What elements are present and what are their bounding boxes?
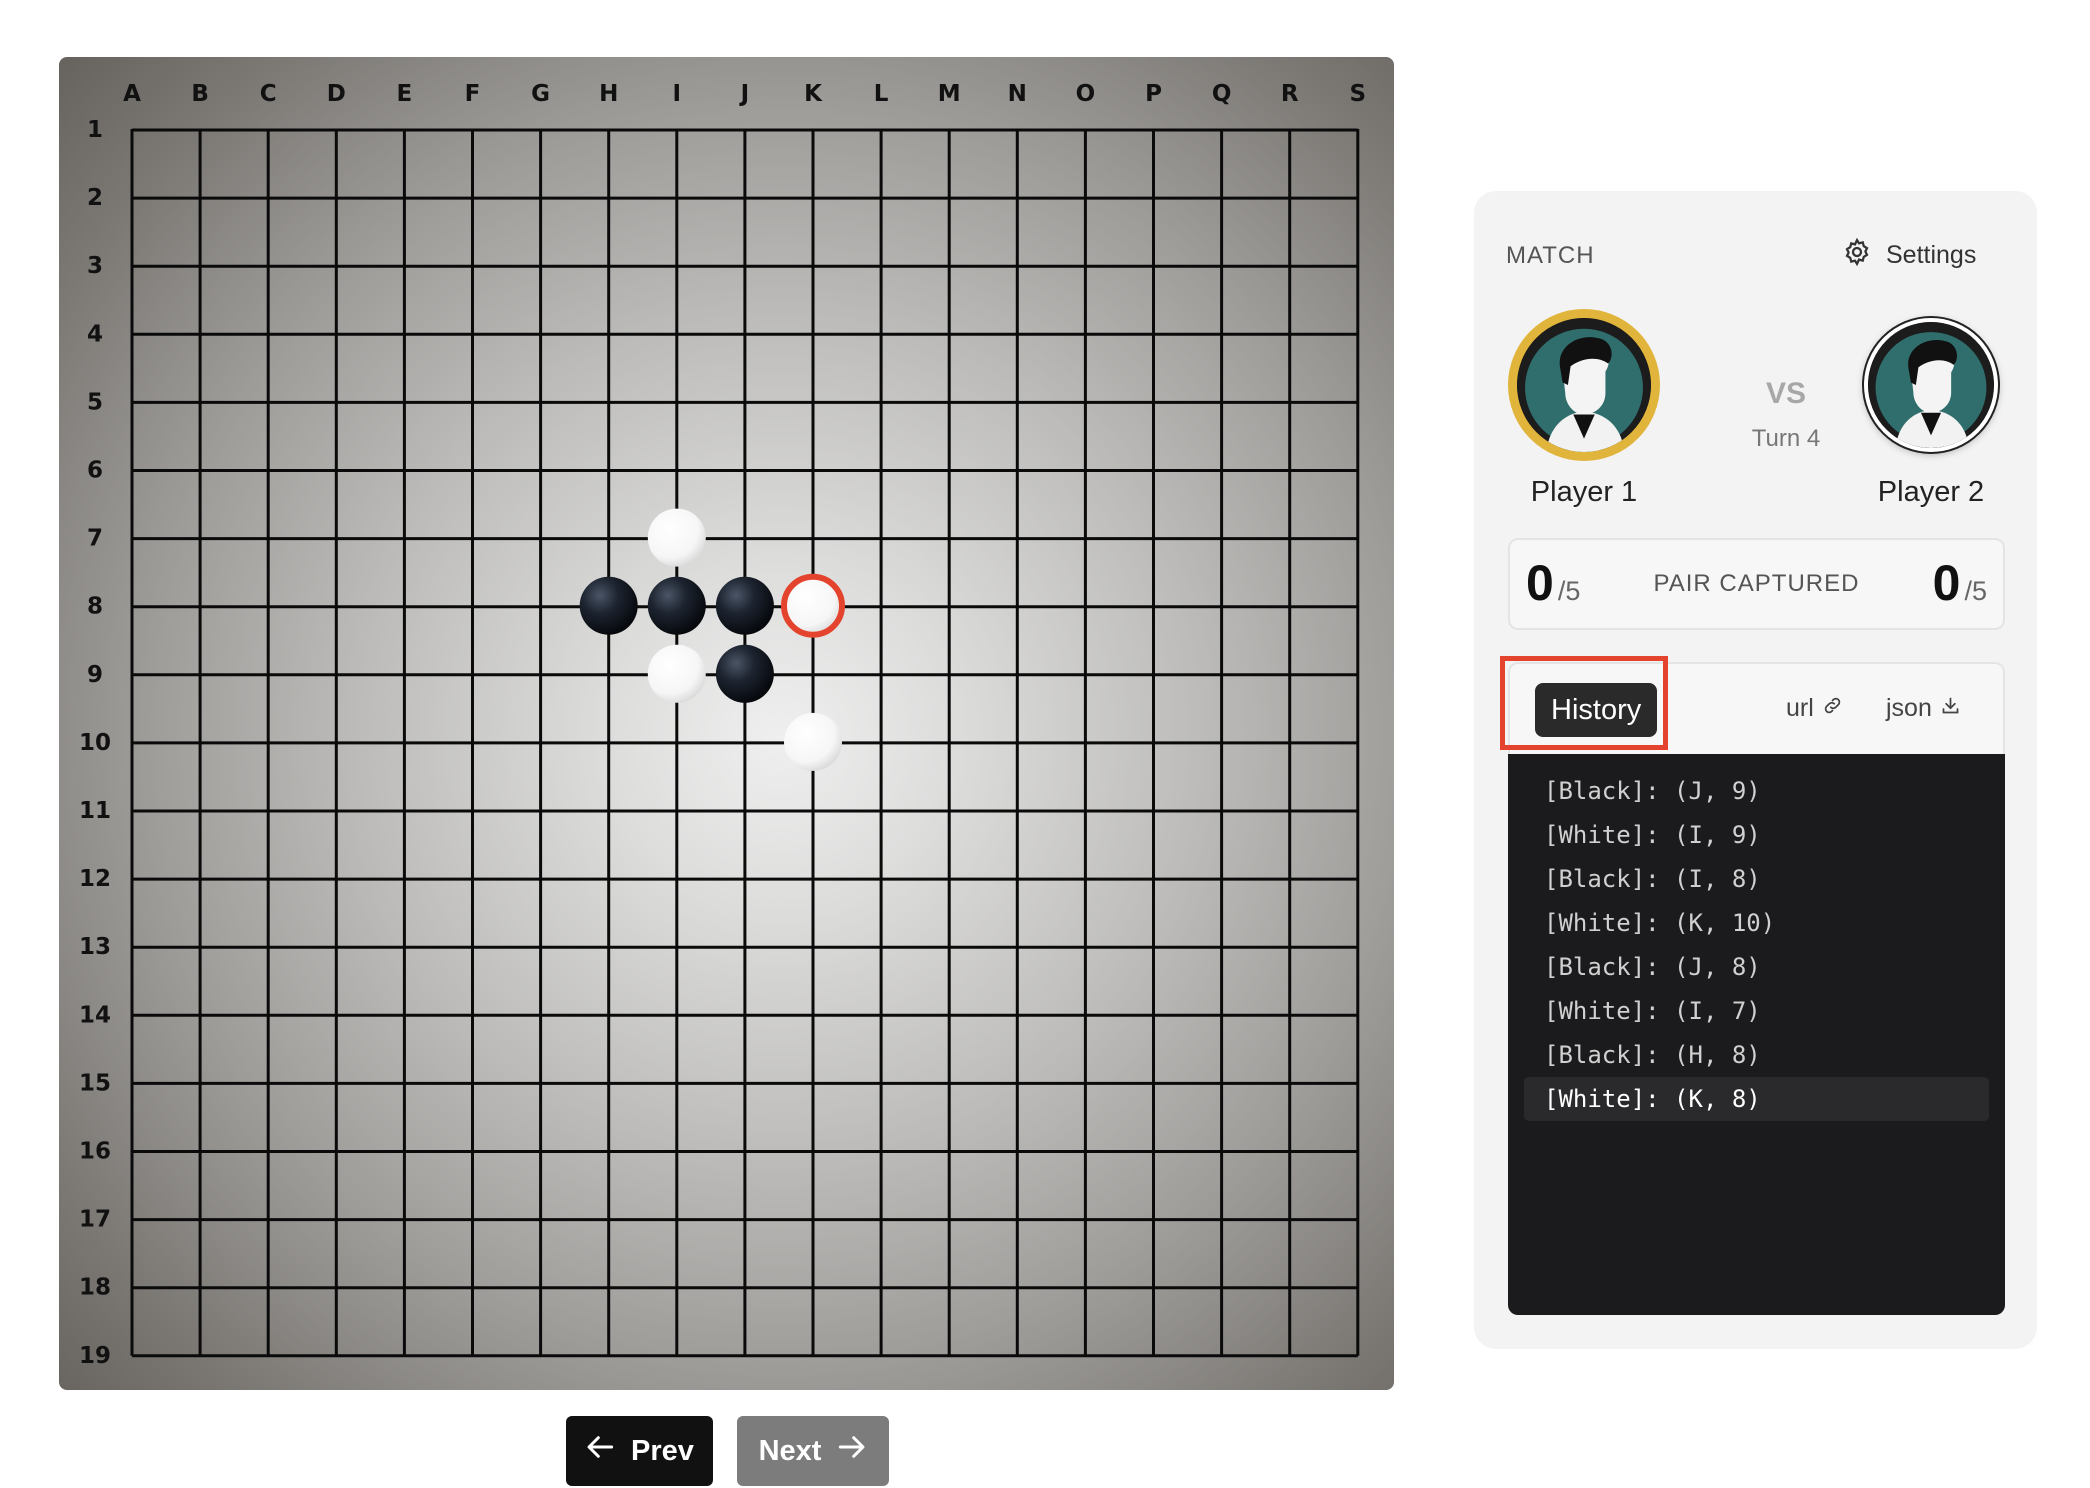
player2-avatar xyxy=(1864,318,1998,452)
column-label: L xyxy=(874,81,889,107)
match-panel: MATCH Settings VS Turn 4 Player 1 Player… xyxy=(1474,191,2037,1349)
black-stone xyxy=(579,576,638,635)
white-stone xyxy=(647,508,706,567)
history-item[interactable]: [White]: (I, 9) xyxy=(1524,813,1989,857)
prev-label: Prev xyxy=(631,1434,694,1467)
column-label: P xyxy=(1145,81,1162,107)
column-label: O xyxy=(1076,81,1096,107)
white-stone xyxy=(647,644,706,703)
download-icon xyxy=(1940,694,1961,723)
row-label: 4 xyxy=(87,321,103,347)
json-label: json xyxy=(1886,694,1932,722)
column-label: C xyxy=(260,81,277,107)
history-item[interactable]: [White]: (I, 7) xyxy=(1524,989,1989,1033)
row-label: 16 xyxy=(79,1139,111,1165)
row-label: 3 xyxy=(87,253,103,279)
arrow-right-icon xyxy=(835,1431,867,1471)
row-label: 6 xyxy=(87,458,103,484)
row-label: 18 xyxy=(79,1275,111,1301)
row-label: 9 xyxy=(87,662,103,688)
tab-history[interactable]: History xyxy=(1535,683,1658,737)
player2-name: Player 2 xyxy=(1877,476,1985,508)
history-item[interactable]: [Black]: (J, 9) xyxy=(1524,769,1989,813)
settings-button[interactable]: Settings xyxy=(1842,237,1976,274)
white-stone xyxy=(784,712,842,771)
history-item[interactable]: [Black]: (I, 8) xyxy=(1524,857,1989,901)
row-label: 7 xyxy=(87,526,103,552)
match-label: MATCH xyxy=(1506,242,1595,269)
black-stone xyxy=(647,576,706,635)
row-label: 14 xyxy=(79,1002,111,1028)
column-label: E xyxy=(397,81,413,107)
row-label: 12 xyxy=(79,866,111,892)
player2-capture-max: /5 xyxy=(1964,576,1987,606)
column-label: N xyxy=(1008,81,1027,107)
column-label: S xyxy=(1350,81,1367,107)
black-stone xyxy=(715,576,774,635)
row-label: 2 xyxy=(87,185,103,211)
column-label: F xyxy=(465,81,481,107)
row-label: 5 xyxy=(87,389,103,415)
column-label: D xyxy=(327,81,346,107)
vs-label: VS xyxy=(1765,377,1807,410)
player1-name: Player 1 xyxy=(1530,476,1638,508)
row-label: 19 xyxy=(79,1343,111,1369)
column-label: M xyxy=(938,81,961,107)
player2-capture-score: 0 /5 xyxy=(1933,554,1987,612)
prev-button[interactable]: Prev xyxy=(566,1416,713,1486)
row-label: 1 xyxy=(87,117,103,143)
url-label: url xyxy=(1786,694,1814,722)
black-stone xyxy=(715,644,774,703)
board-grid[interactable]: ABCDEFGHIJKLMNOPQRS 12345678910111213141… xyxy=(59,57,1394,1390)
next-label: Next xyxy=(758,1434,822,1467)
column-label: B xyxy=(191,81,209,107)
row-label: 15 xyxy=(79,1070,111,1096)
column-label: A xyxy=(123,81,141,107)
link-icon xyxy=(1822,694,1843,723)
history-item[interactable]: [Black]: (J, 8) xyxy=(1524,945,1989,989)
column-label: H xyxy=(599,81,618,107)
column-label: I xyxy=(673,81,682,107)
move-history-list[interactable]: [Black]: (J, 9) [White]: (I, 9) [Black]: (… xyxy=(1508,754,2005,1315)
player2-captured-count: 0 xyxy=(1932,555,1961,611)
row-label: 13 xyxy=(79,934,111,960)
history-item[interactable]: [White]: (K, 10) xyxy=(1524,901,1989,945)
white-stone-last-move xyxy=(781,573,845,638)
copy-url-button[interactable]: url xyxy=(1786,694,1843,723)
column-label: J xyxy=(739,81,750,107)
pair-captured-label: PAIR CAPTURED xyxy=(1653,570,1860,597)
row-label: 10 xyxy=(79,730,111,756)
history-item[interactable]: [Black]: (H, 8) xyxy=(1524,1033,1989,1077)
history-header: History url json xyxy=(1508,662,2005,754)
gear-icon xyxy=(1842,237,1872,274)
next-button[interactable]: Next xyxy=(737,1416,889,1486)
row-label: 8 xyxy=(87,594,103,620)
row-label: 17 xyxy=(79,1207,111,1233)
turn-label: Turn 4 xyxy=(1751,425,1821,452)
arrow-left-icon xyxy=(585,1431,617,1471)
player1-avatar xyxy=(1508,309,1660,461)
download-json-button[interactable]: json xyxy=(1886,694,1961,723)
column-label: Q xyxy=(1212,81,1232,107)
game-board[interactable]: ABCDEFGHIJKLMNOPQRS 1 2 3 4 5 6 7 8 9 10 11 12 13 14 1… xyxy=(59,57,1394,1390)
history-item[interactable]: [White]: (K, 8) xyxy=(1524,1077,1989,1121)
column-label: R xyxy=(1281,81,1299,107)
column-label: G xyxy=(531,81,550,107)
capture-score-box: 0 /5 PAIR CAPTURED 0 /5 xyxy=(1508,538,2005,630)
settings-label: Settings xyxy=(1886,241,1977,269)
column-label: K xyxy=(804,81,823,107)
row-label: 11 xyxy=(79,798,111,824)
